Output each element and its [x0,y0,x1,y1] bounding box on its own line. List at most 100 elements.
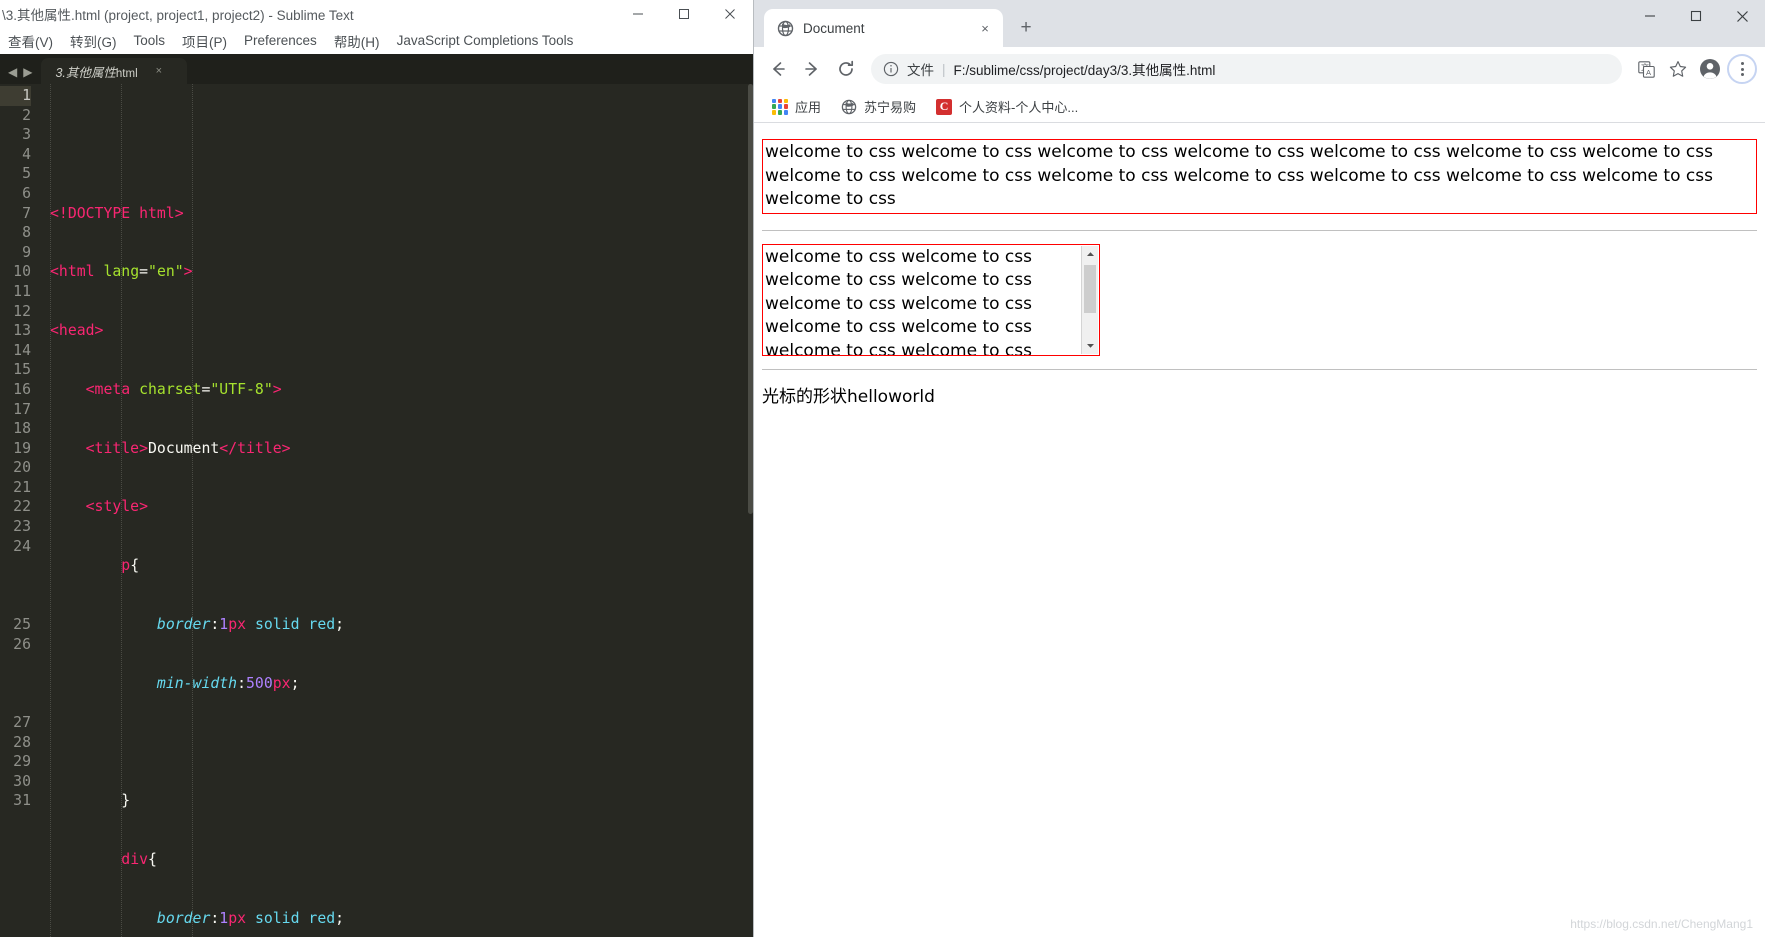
code-line-4: <meta charset="UTF-8"> [85,380,282,398]
line-number: 27 [13,714,31,732]
overflow-auto-div[interactable]: welcome to css welcome to css welcome to… [762,243,1100,356]
line-number: 10 [13,263,31,281]
menu-item-project[interactable]: 项目(P) [174,29,236,54]
menu-item-preferences[interactable]: Preferences [236,31,326,51]
scrollbar-thumb[interactable] [1084,264,1096,313]
scroll-down-arrow[interactable] [1082,336,1098,354]
tab-prev-arrow-icon[interactable]: ◀ [8,66,17,78]
sublime-titlebar: \3.其他属性.html (project, project1, project… [0,0,753,28]
forward-arrow-icon[interactable] [796,53,828,85]
globe-icon [777,20,794,37]
code-line-5: <title>Document</title> [85,439,291,457]
line-number: 26 [13,635,31,653]
line-number: 19 [13,439,31,457]
line-number: 6 [22,184,31,202]
div-vertical-scrollbar[interactable] [1081,245,1098,354]
url-text[interactable]: F:/sublime/css/project/day3/3.其他属性.html [954,59,1610,79]
line-number: 3 [22,126,31,144]
star-icon[interactable] [1663,54,1693,84]
apps-grid-icon [772,98,788,115]
code-line-13: border:1px solid red; [156,909,345,927]
line-number: 5 [22,165,31,183]
code-line-9: min-width:500px; [156,674,300,692]
line-number: 30 [13,772,31,790]
chrome-toolbar: 文件 | F:/sublime/css/project/day3/3.其他属性.… [754,47,1765,91]
editor-tab-label: 3.其他属性html [55,62,137,81]
line-number: 23 [13,518,31,536]
line-number: 25 [13,616,31,634]
span-and-text-line: 光标的形状helloworld [762,386,1757,410]
bookmark-apps[interactable]: 应用 [764,94,829,119]
sublime-menubar: 查看(V) 转到(G) Tools 项目(P) Preferences 帮助(H… [0,28,753,54]
minimize-icon[interactable] [615,0,661,28]
line-number: 28 [13,733,31,751]
line-number: 29 [13,753,31,771]
menu-item-view[interactable]: 查看(V) [0,29,62,54]
code-line-11: } [121,792,131,810]
chrome-tabstrip: Document × + [754,0,1765,47]
maximize-icon[interactable] [1673,0,1719,32]
line-number: 9 [22,243,31,261]
address-bar[interactable]: 文件 | F:/sublime/css/project/day3/3.其他属性.… [871,54,1622,84]
code-text-area[interactable]: <!DOCTYPE html> <html lang="en"> <head> … [40,84,753,937]
tab-close-icon[interactable]: × [975,21,995,36]
indent-guide [50,84,51,937]
menu-item-tools[interactable]: Tools [126,31,175,51]
code-line-3: <head> [50,322,104,340]
new-tab-button[interactable]: + [1011,12,1041,42]
close-icon[interactable] [707,0,753,28]
profile-avatar-icon[interactable] [1695,54,1725,84]
chrome-window-controls [1627,0,1765,32]
bookmark-suning[interactable]: 苏宁易购 [833,94,924,119]
code-line-12: div{ [121,851,157,869]
cursor-help-span[interactable]: 光标的形状 [762,387,847,407]
menu-item-help[interactable]: 帮助(H) [326,29,389,54]
rendered-web-page: welcome to css welcome to css welcome to… [754,123,1765,937]
maximize-icon[interactable] [661,0,707,28]
code-line-8: border:1px solid red; [156,616,345,634]
menu-item-goto[interactable]: 转到(G) [62,29,126,54]
globe-icon [841,99,857,115]
line-number: 31 [13,792,31,810]
horizontal-rule [762,368,1757,370]
close-icon[interactable] [1719,0,1765,32]
minimize-icon[interactable] [1627,0,1673,32]
div-content: welcome to css welcome to css welcome to… [765,246,1065,355]
browser-tab-document[interactable]: Document × [764,9,1003,47]
tab-next-arrow-icon[interactable]: ▶ [23,66,32,78]
line-number: 4 [22,145,31,163]
code-line-6: <style> [85,498,148,516]
menu-item-javascript-completions-tools[interactable]: JavaScript Completions Tools [389,31,583,51]
code-editor[interactable]: 1 2 3 4 5 6 7 8 9 10 11 12 13 14 15 16 1… [0,84,753,937]
bookmark-label: 苏宁易购 [864,100,917,115]
editor-tab-active[interactable]: 3.其他属性html × [41,58,188,84]
scrollbar-track[interactable] [1082,262,1098,337]
sublime-window-title: \3.其他属性.html (project, project1, project… [2,8,354,23]
sublime-tabbar: ◀ ▶ 3.其他属性html × [0,54,753,84]
tab-scroll-arrows: ◀ ▶ [0,66,41,84]
scroll-up-arrow[interactable] [1082,245,1098,263]
svg-text:A: A [1646,68,1651,77]
div-line: welcome to css welcome to css [765,293,1032,314]
bookmark-label: 应用 [795,100,822,115]
line-number: 1 [0,86,31,106]
editor-tab-close-icon[interactable]: × [156,65,162,77]
info-circle-icon[interactable] [883,61,899,77]
editor-tab-ext: html [115,67,138,80]
scrollable-div-wrapper: welcome to css welcome to css welcome to… [762,243,1100,356]
code-line-7: p{ [121,557,140,575]
bookmark-personal-center[interactable]: C 个人资料-个人中心... [928,94,1086,119]
line-number-gutter: 1 2 3 4 5 6 7 8 9 10 11 12 13 14 15 16 1… [0,84,40,937]
trailing-text: helloworld [847,386,935,407]
reload-icon[interactable] [830,53,862,85]
translate-icon[interactable]: 文 A [1631,54,1661,84]
div-line: welcome to css welcome to css [765,270,1032,290]
three-dots-menu-icon[interactable] [1727,54,1757,84]
url-separator: | [942,61,946,77]
editor-tab-name: 3.其他属性 [55,65,116,80]
indent-guide [192,84,193,937]
div-line: welcome to css welcome to css [765,317,1032,337]
browser-tab-title: Document [803,20,865,36]
back-arrow-icon[interactable] [762,53,794,85]
sublime-text-window: \3.其他属性.html (project, project1, project… [0,0,753,937]
